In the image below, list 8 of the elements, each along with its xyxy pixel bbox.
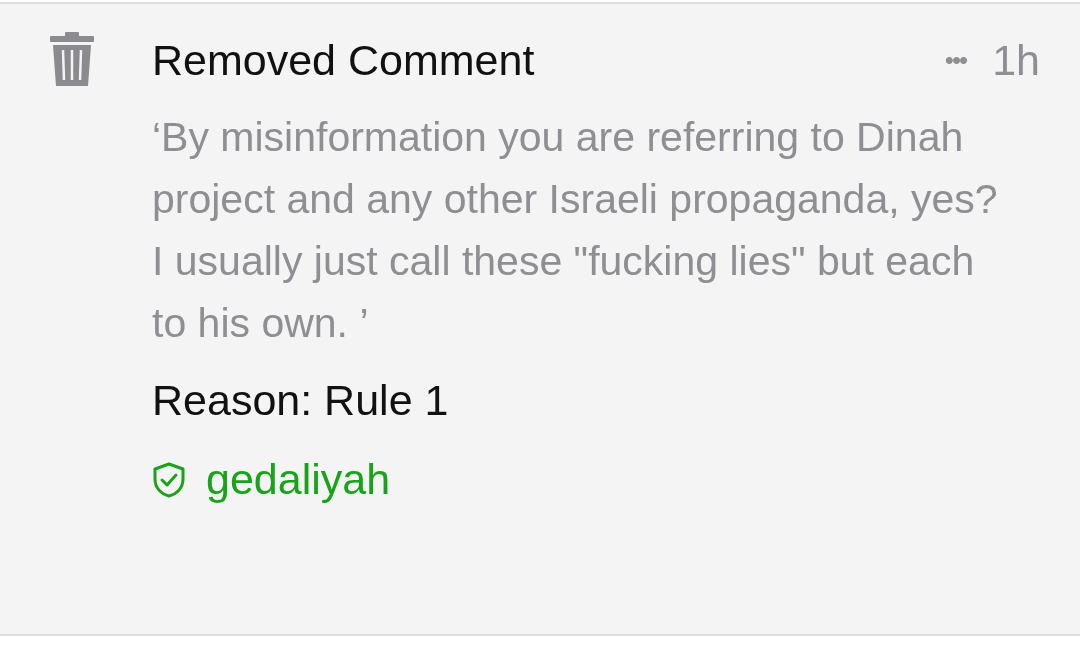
shield-check-icon (152, 461, 186, 498)
moderator-name[interactable]: gedaliyah (206, 455, 391, 504)
timestamp: 1h (992, 35, 1040, 85)
comment-title: Removed Comment (152, 35, 535, 85)
trash-icon[interactable] (50, 32, 94, 86)
comment-body: ‘By misinformation you are referring to Dinah project and any other Israeli propaganda, yes? I usually just call these "fucking lies" but each to his own. ’ (152, 113, 999, 348)
more-menu[interactable]: ••• (944, 44, 967, 76)
removal-reason: Reason: Rule 1 (152, 376, 450, 425)
